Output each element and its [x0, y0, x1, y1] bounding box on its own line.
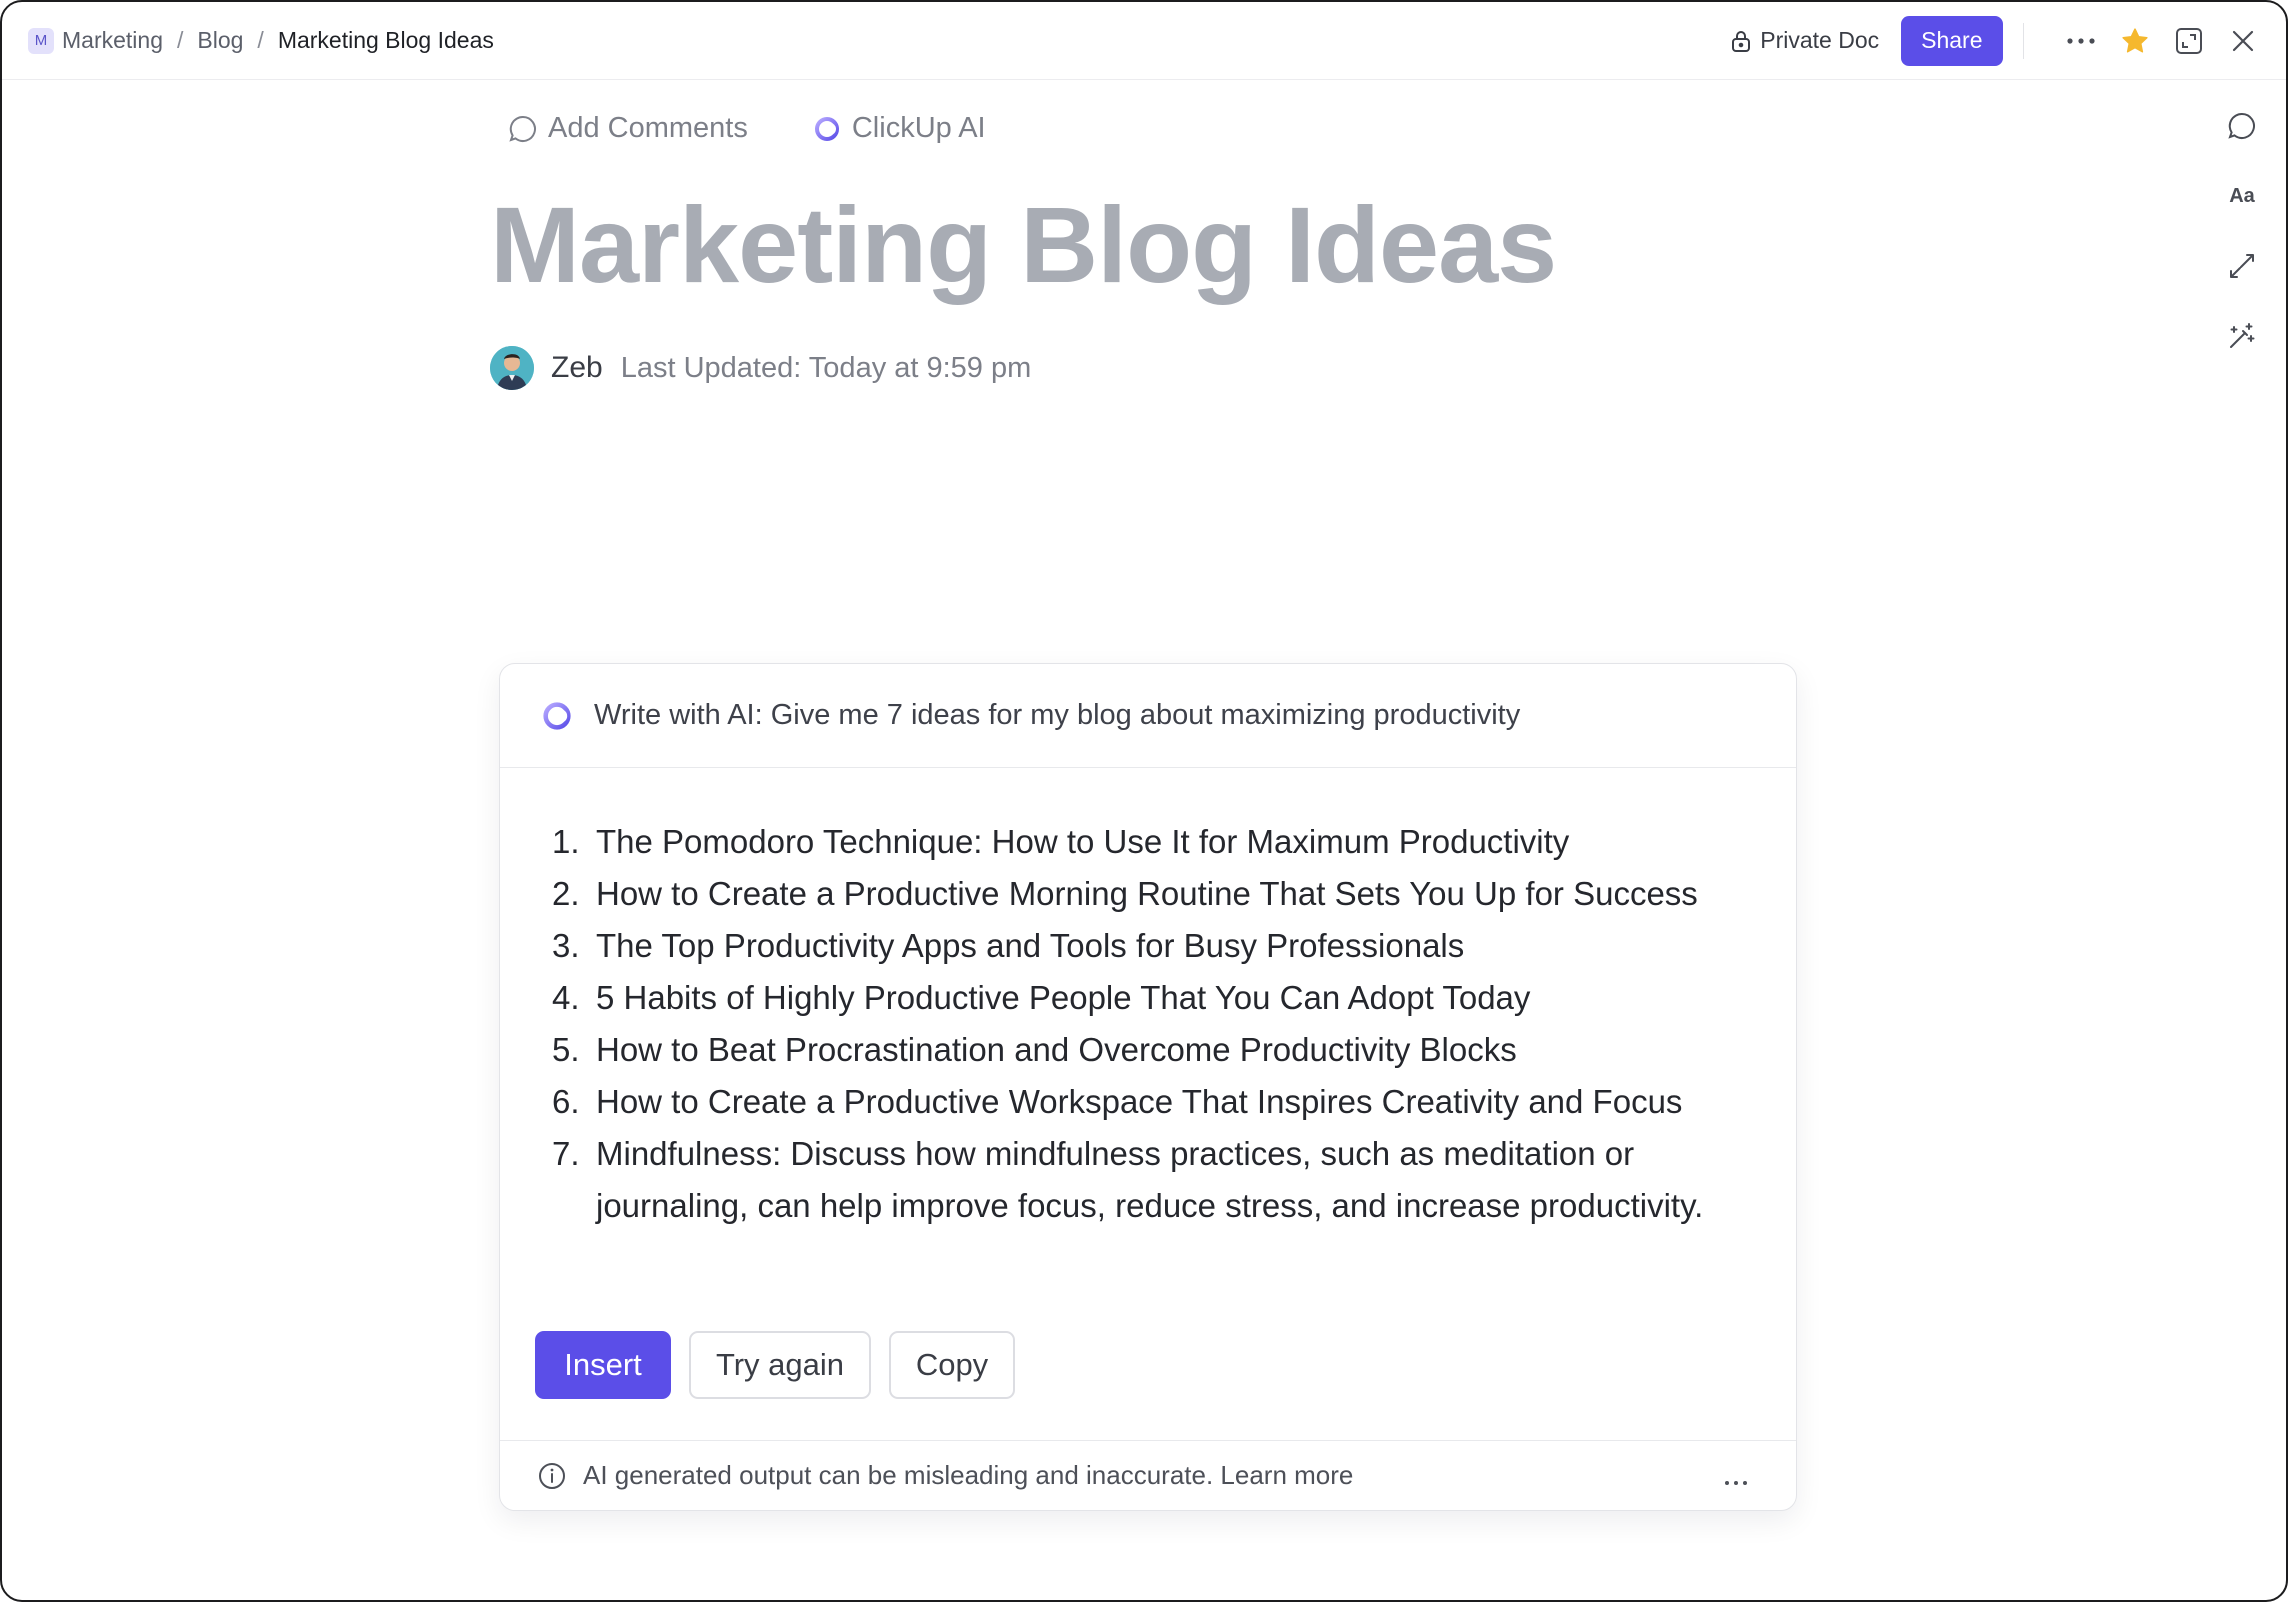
- comment-icon: [509, 115, 536, 142]
- last-updated-text: Last Updated: Today at 9:59 pm: [620, 351, 1032, 384]
- list-item: 5. How to Beat Procrastination and Overco…: [552, 1024, 1752, 1076]
- ai-spinner-icon: [543, 701, 571, 730]
- info-icon: [539, 1462, 565, 1489]
- sync-icon: [2230, 254, 2254, 278]
- list-item-text: 5 Habits of Highly Productive People Tha…: [596, 979, 1531, 1016]
- list-item-number: 7.: [552, 1135, 580, 1172]
- breadcrumb-item-blog[interactable]: Blog: [197, 27, 243, 54]
- ai-action-buttons: Insert Try again Copy: [535, 1331, 1033, 1399]
- breadcrumb: M Marketing / Blog / Marketing Blog Idea…: [28, 27, 494, 54]
- share-button[interactable]: Share: [1901, 15, 2003, 66]
- comment-icon: [2228, 112, 2255, 139]
- more-horizontal-icon: [2067, 37, 2095, 44]
- user-avatar-icon: [490, 346, 534, 390]
- list-item: 6. How to Create a Productive Workspace T…: [552, 1076, 1752, 1128]
- ai-disclaimer-bar: AI generated output can be misleading an…: [500, 1440, 1796, 1510]
- list-item-text: The Pomodoro Technique: How to Use It fo…: [596, 823, 1570, 860]
- insert-button[interactable]: Insert: [535, 1331, 671, 1399]
- list-item-text: The Top Productivity Apps and Tools for …: [596, 927, 1465, 964]
- list-item-number: 6.: [552, 1083, 580, 1120]
- close-icon: [2232, 30, 2254, 51]
- doc-meta: Zeb Last Updated: Today at 9:59 pm: [490, 346, 1031, 390]
- comments-rail-button[interactable]: [2222, 106, 2262, 146]
- ai-spinner-icon: [814, 116, 839, 141]
- expand-icon: [2176, 27, 2202, 54]
- ai-disclaimer-text[interactable]: AI generated output can be misleading an…: [583, 1460, 1353, 1491]
- topbar-actions: Private Doc Share: [1730, 15, 2260, 66]
- more-horizontal-icon: [1725, 1481, 1747, 1485]
- author-name[interactable]: Zeb: [551, 351, 603, 385]
- topbar-divider: [2022, 22, 2024, 59]
- favorite-button[interactable]: [2118, 24, 2152, 58]
- list-item-text: Mindfulness: Discuss how mindfulness pra…: [596, 1135, 1704, 1224]
- list-item: 3. The Top Productivity Apps and Tools fo…: [552, 920, 1752, 972]
- list-item-number: 1.: [552, 823, 580, 860]
- sync-rail-button[interactable]: [2222, 246, 2262, 286]
- magic-wand-icon: [2230, 323, 2255, 348]
- list-item: 4. 5 Habits of Highly Productive People T…: [552, 972, 1752, 1024]
- avatar[interactable]: [490, 346, 534, 390]
- private-doc-label: Private Doc: [1760, 27, 1880, 53]
- list-item: 2. How to Create a Productive Morning Rou…: [552, 868, 1752, 920]
- list-item-number: 4.: [552, 979, 580, 1016]
- list-item-number: 3.: [552, 927, 580, 964]
- star-icon: [2122, 27, 2148, 52]
- ai-ideas-list: 1. The Pomodoro Technique: How to Use It …: [500, 768, 1796, 1232]
- breadcrumb-separator: /: [257, 27, 264, 53]
- top-bar: M Marketing / Blog / Marketing Blog Idea…: [2, 2, 2286, 80]
- add-comments-label: Add Comments: [548, 112, 748, 144]
- lock-icon: [1732, 30, 1751, 52]
- list-item: 1. The Pomodoro Technique: How to Use It …: [552, 816, 1752, 868]
- list-item-number: 5.: [552, 1031, 580, 1068]
- add-comments-button[interactable]: Add Comments: [508, 112, 748, 145]
- page-title[interactable]: Marketing Blog Ideas: [490, 182, 1557, 307]
- clickup-ai-label: ClickUp AI: [851, 112, 986, 144]
- list-item-number: 2.: [552, 875, 580, 912]
- list-item-text: How to Create a Productive Workspace Tha…: [596, 1083, 1683, 1120]
- list-item-text: How to Create a Productive Morning Routi…: [596, 875, 1698, 912]
- close-button[interactable]: [2226, 24, 2260, 58]
- ai-tools-rail-button[interactable]: [2222, 316, 2262, 356]
- text-format-icon: Aa: [2229, 184, 2255, 207]
- ai-prompt-text: Write with AI: Give me 7 ideas for my bl…: [594, 699, 1521, 731]
- list-item-text: How to Beat Procrastination and Overcome…: [596, 1031, 1517, 1068]
- copy-button[interactable]: Copy: [889, 1331, 1015, 1399]
- breadcrumb-item-marketing[interactable]: Marketing: [62, 27, 163, 54]
- list-item: 7. Mindfulness: Discuss how mindfulness p…: [552, 1128, 1752, 1232]
- private-doc-indicator[interactable]: Private Doc: [1730, 27, 1879, 54]
- app-window: M Marketing / Blog / Marketing Blog Idea…: [0, 0, 2288, 1602]
- try-again-button[interactable]: Try again: [689, 1331, 871, 1399]
- expand-button[interactable]: [2172, 24, 2206, 58]
- ai-prompt-header: Write with AI: Give me 7 ideas for my bl…: [500, 664, 1796, 768]
- doc-header-actions: Add Comments ClickUp AI: [508, 112, 1050, 145]
- breadcrumb-item-current[interactable]: Marketing Blog Ideas: [278, 27, 494, 54]
- right-toolbar: Aa: [2222, 106, 2262, 386]
- space-icon[interactable]: M: [28, 27, 54, 54]
- breadcrumb-separator: /: [176, 27, 184, 53]
- more-options-button[interactable]: [2064, 24, 2098, 58]
- clickup-ai-button[interactable]: ClickUp AI: [812, 112, 986, 145]
- ai-panel-more-button[interactable]: [1724, 1463, 1764, 1494]
- ai-response-panel: Write with AI: Give me 7 ideas for my bl…: [499, 663, 1797, 1511]
- text-format-rail-button[interactable]: Aa: [2222, 176, 2262, 216]
